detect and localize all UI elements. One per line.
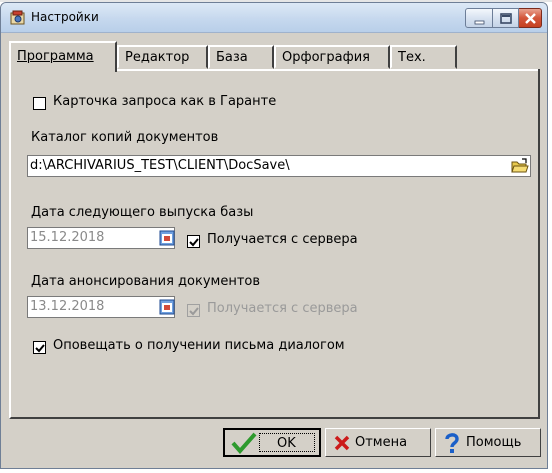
announce-date-label: Дата анонсирования документов <box>31 274 261 289</box>
tab-program-label: Программа <box>17 49 94 64</box>
help-button-label: Помощь <box>466 435 522 450</box>
copies-dir-input[interactable]: d:\ARCHIVARIUS_TEST\CLIENT\DocSave\ <box>27 155 531 177</box>
red-x-icon <box>334 435 350 451</box>
announce-date-value: 13.12.2018 <box>30 299 105 314</box>
tab-spelling-label: Орфография <box>282 50 370 65</box>
garant-card-checkbox[interactable] <box>33 97 46 110</box>
minimize-icon <box>474 20 485 25</box>
next-release-from-server-checkbox[interactable] <box>187 235 200 248</box>
open-folder-icon[interactable] <box>511 157 529 175</box>
announce-date-input[interactable]: 13.12.2018 <box>27 296 175 318</box>
cancel-button-label: Отмена <box>355 435 408 450</box>
window-title: Настройки <box>31 10 99 24</box>
settings-app-icon <box>10 10 25 25</box>
tab-editor-label: Редактор <box>125 50 190 65</box>
close-icon <box>525 13 536 24</box>
settings-dialog: Настройки Программа Редактор База Орфогр… <box>0 2 548 469</box>
tab-panel-program: Карточка запроса как в Гаранте Каталог к… <box>9 69 540 419</box>
announce-from-server-checkbox <box>187 304 200 317</box>
ok-button-label: OK <box>277 436 296 451</box>
minimize-button[interactable] <box>465 8 493 28</box>
maximize-icon <box>500 13 512 24</box>
cancel-button[interactable]: Отмена <box>325 428 431 457</box>
tab-tech-label: Тех. <box>398 50 426 65</box>
checkmark-glyph <box>189 238 199 247</box>
announce-from-server-label: Получается с сервера <box>207 301 358 316</box>
next-release-from-server-label: Получается с сервера <box>207 232 358 247</box>
title-bar[interactable]: Настройки <box>1 3 547 33</box>
calendar-icon[interactable] <box>158 229 176 247</box>
copies-dir-value: d:\ARCHIVARIUS_TEST\CLIENT\DocSave\ <box>30 158 290 173</box>
question-icon <box>445 433 459 453</box>
tab-tech[interactable]: Тех. <box>390 45 457 69</box>
tab-database-label: База <box>216 50 248 65</box>
checkmark-glyph <box>35 344 45 353</box>
tab-editor[interactable]: Редактор <box>117 45 208 69</box>
tab-program[interactable]: Программа <box>9 41 117 72</box>
checkmark-icon <box>231 432 257 454</box>
copies-dir-label: Каталог копий документов <box>31 130 219 145</box>
calendar-icon[interactable] <box>158 298 176 316</box>
garant-card-label: Карточка запроса как в Гаранте <box>53 94 277 109</box>
close-button[interactable] <box>519 8 542 28</box>
next-release-date-input[interactable]: 15.12.2018 <box>27 227 175 249</box>
tab-spelling[interactable]: Орфография <box>274 45 390 69</box>
maximize-button[interactable] <box>493 8 519 28</box>
notify-dialog-checkbox[interactable] <box>33 341 46 354</box>
checkmark-glyph <box>189 307 199 316</box>
ok-button[interactable]: OK <box>223 428 321 457</box>
next-release-label: Дата следующего выпуска базы <box>31 205 254 220</box>
notify-dialog-label: Оповещать о получении письма диалогом <box>53 338 345 353</box>
next-release-date-value: 15.12.2018 <box>30 230 105 245</box>
help-button[interactable]: Помощь <box>435 428 541 457</box>
tab-database[interactable]: База <box>208 45 274 69</box>
